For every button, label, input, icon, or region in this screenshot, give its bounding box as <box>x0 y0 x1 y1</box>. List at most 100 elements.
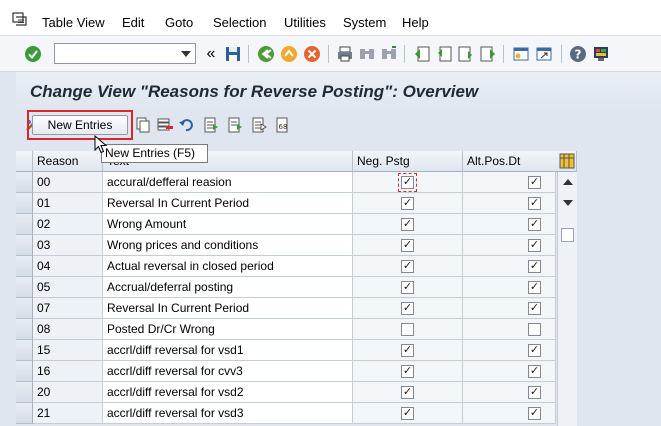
scrollbar-thumb[interactable] <box>561 228 574 242</box>
reason-cell[interactable]: 08 <box>33 319 103 340</box>
save-icon[interactable] <box>224 45 242 63</box>
table-row[interactable]: 15 accrl/diff reversal for vsd1 ✓ ✓ <box>16 340 556 361</box>
row-selector[interactable] <box>16 214 33 235</box>
neg-pstg-checkbox[interactable]: ✓ <box>401 218 414 231</box>
next-page-icon[interactable] <box>457 45 475 63</box>
deselect-all-icon[interactable] <box>250 116 268 134</box>
row-selector[interactable] <box>16 298 33 319</box>
menu-table-view[interactable]: Table View <box>42 15 105 30</box>
create-session-icon[interactable] <box>512 45 530 63</box>
undo-change-icon[interactable] <box>178 116 196 134</box>
row-selector[interactable] <box>16 319 33 340</box>
reason-cell[interactable]: 04 <box>33 256 103 277</box>
neg-pstg-checkbox[interactable]: ✓ <box>401 197 414 210</box>
enter-icon[interactable] <box>24 45 42 63</box>
delete-icon[interactable] <box>156 116 174 134</box>
menu-goto[interactable]: Goto <box>165 15 193 30</box>
table-row[interactable]: 16 accrl/diff reversal for cvv3 ✓ ✓ <box>16 361 556 382</box>
reason-cell[interactable]: 20 <box>33 382 103 403</box>
neg-pstg-checkbox[interactable]: ✓ <box>401 239 414 252</box>
reason-cell[interactable]: 15 <box>33 340 103 361</box>
alt-pos-dt-checkbox[interactable]: ✓ <box>528 407 541 420</box>
select-block-icon[interactable] <box>226 116 244 134</box>
previous-page-icon[interactable] <box>435 45 453 63</box>
neg-pstg-checkbox[interactable]: ✓ <box>401 260 414 273</box>
alt-pos-dt-checkbox[interactable]: ✓ <box>528 344 541 357</box>
text-cell[interactable]: Wrong Amount <box>103 214 353 235</box>
table-row[interactable]: 20 accrl/diff reversal for vsd2 ✓ ✓ <box>16 382 556 403</box>
row-selector[interactable] <box>16 361 33 382</box>
text-cell[interactable]: Posted Dr/Cr Wrong <box>103 319 353 340</box>
shortcut-icon[interactable] <box>535 45 553 63</box>
cancel-icon[interactable] <box>303 45 321 63</box>
reason-cell[interactable]: 21 <box>33 403 103 424</box>
alt-pos-dt-checkbox[interactable]: ✓ <box>528 260 541 273</box>
neg-pstg-checkbox[interactable]: ✓ <box>401 386 414 399</box>
row-selector[interactable] <box>16 382 33 403</box>
alt-pos-dt-checkbox[interactable]: ✓ <box>528 239 541 252</box>
alt-pos-dt-checkbox[interactable] <box>528 323 541 336</box>
menu-edit[interactable]: Edit <box>122 15 144 30</box>
select-all-header[interactable] <box>16 151 33 172</box>
menu-utilities[interactable]: Utilities <box>284 15 326 30</box>
text-cell[interactable]: Accrual/deferral posting <box>103 277 353 298</box>
alt-pos-dt-checkbox[interactable]: ✓ <box>528 365 541 378</box>
neg-pstg-checkbox[interactable]: ✓ <box>401 281 414 294</box>
customize-layout-icon[interactable] <box>592 45 610 63</box>
scroll-up-icon[interactable] <box>563 179 573 185</box>
text-cell[interactable]: accrl/diff reversal for vsd1 <box>103 340 353 361</box>
text-cell[interactable]: accrl/diff reversal for vsd3 <box>103 403 353 424</box>
text-cell[interactable]: Wrong prices and conditions <box>103 235 353 256</box>
command-field[interactable] <box>54 43 196 64</box>
row-selector[interactable] <box>16 172 33 193</box>
reason-cell[interactable]: 00 <box>33 172 103 193</box>
print-icon[interactable] <box>336 45 354 63</box>
find-icon[interactable] <box>358 45 376 63</box>
menu-system[interactable]: System <box>343 15 386 30</box>
table-row[interactable]: 04 Actual reversal in closed period ✓ ✓ <box>16 256 556 277</box>
back-arrow-icon[interactable] <box>257 45 275 63</box>
vertical-scrollbar[interactable] <box>557 172 577 426</box>
neg-pstg-checkbox[interactable]: ✓ <box>401 407 414 420</box>
bc-set-icon[interactable]: 68 <box>274 116 292 134</box>
table-row[interactable]: 01 Reversal In Current Period ✓ ✓ <box>16 193 556 214</box>
neg-pstg-checkbox[interactable]: ✓ <box>401 365 414 378</box>
chevron-down-icon[interactable] <box>181 51 191 57</box>
help-icon[interactable]: ? <box>569 45 587 63</box>
new-entries-button[interactable]: New Entries <box>32 115 128 135</box>
text-cell[interactable]: Reversal In Current Period <box>103 298 353 319</box>
reason-cell[interactable]: 02 <box>33 214 103 235</box>
neg-pstg-checkbox[interactable] <box>401 323 414 336</box>
row-selector[interactable] <box>16 403 33 424</box>
alt-pos-dt-checkbox[interactable]: ✓ <box>528 281 541 294</box>
text-cell[interactable]: accural/defferal reasion <box>103 172 353 193</box>
menu-help[interactable]: Help <box>402 15 429 30</box>
column-header-neg-pstg[interactable]: Neg. Pstg <box>353 151 463 172</box>
neg-pstg-checkbox[interactable]: ✓ <box>401 344 414 357</box>
last-page-icon[interactable] <box>479 45 497 63</box>
table-row[interactable]: 08 Posted Dr/Cr Wrong <box>16 319 556 340</box>
table-row[interactable]: 03 Wrong prices and conditions ✓ ✓ <box>16 235 556 256</box>
column-header-reason[interactable]: Reason <box>33 151 103 172</box>
reason-cell[interactable]: 16 <box>33 361 103 382</box>
row-selector[interactable] <box>16 340 33 361</box>
find-next-icon[interactable] <box>380 45 398 63</box>
reason-cell[interactable]: 07 <box>33 298 103 319</box>
alt-pos-dt-checkbox[interactable]: ✓ <box>528 218 541 231</box>
neg-pstg-checkbox[interactable]: ✓ <box>401 302 414 315</box>
table-row[interactable]: 02 Wrong Amount ✓ ✓ <box>16 214 556 235</box>
table-row[interactable]: 07 Reversal In Current Period ✓ ✓ <box>16 298 556 319</box>
row-selector[interactable] <box>16 277 33 298</box>
exit-icon[interactable] <box>280 45 298 63</box>
alt-pos-dt-checkbox[interactable]: ✓ <box>528 197 541 210</box>
first-page-icon[interactable] <box>413 45 431 63</box>
collapse-icon[interactable]: « <box>202 45 220 63</box>
text-cell[interactable]: accrl/diff reversal for cvv3 <box>103 361 353 382</box>
copy-as-icon[interactable] <box>134 116 152 134</box>
reason-cell[interactable]: 01 <box>33 193 103 214</box>
row-selector[interactable] <box>16 193 33 214</box>
reason-cell[interactable]: 05 <box>33 277 103 298</box>
table-settings-icon[interactable] <box>559 153 575 169</box>
text-cell[interactable]: Reversal In Current Period <box>103 193 353 214</box>
row-selector[interactable] <box>16 235 33 256</box>
